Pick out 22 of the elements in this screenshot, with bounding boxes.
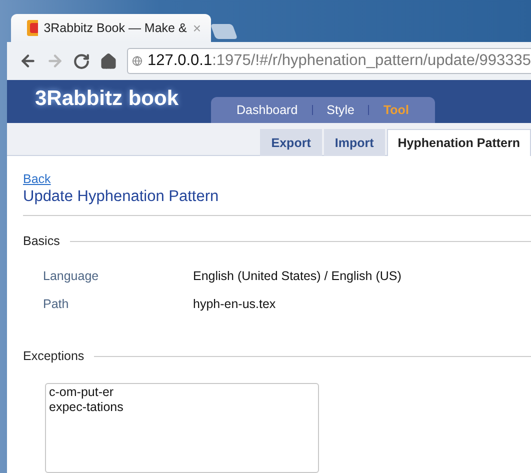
exceptions-field[interactable]: c-om-put-er expec-tations [45,383,319,473]
address-bar[interactable]: 127.0.0.1:1975/!#/r/hyphenation_pattern/update/993335 [127,48,531,74]
section-heading: Basics [23,234,60,248]
nav-tab[interactable]: Dashboard [236,103,298,118]
favicon-icon [27,20,38,36]
section-heading: Exceptions [23,349,84,363]
page-title: Update Hyphenation Pattern [23,188,531,216]
field-value: hyph-en-us.tex [193,297,277,311]
new-tab-button[interactable] [210,24,238,39]
logo: 3Rabbitz book [35,86,179,111]
sub-tab[interactable]: Hyphenation Pattern [386,129,531,156]
field-value: English (United States) / English (US) [193,269,402,283]
browser-tab[interactable]: 3Rabbitz Book — Make & × [11,14,211,42]
sub-tab[interactable]: Export [260,129,322,156]
sub-tab[interactable]: Import [324,129,385,156]
nav-tab[interactable]: Style [326,103,354,118]
field-label: Path [43,297,70,311]
field-label: Language [43,269,100,283]
globe-icon [132,53,142,69]
back-link[interactable]: Back [23,172,531,186]
url-text: 127.0.0.1:1975/!#/r/hyphenation_pattern/update/993335 [147,52,531,70]
tab-title: 3Rabbitz Book — Make & [44,21,187,35]
